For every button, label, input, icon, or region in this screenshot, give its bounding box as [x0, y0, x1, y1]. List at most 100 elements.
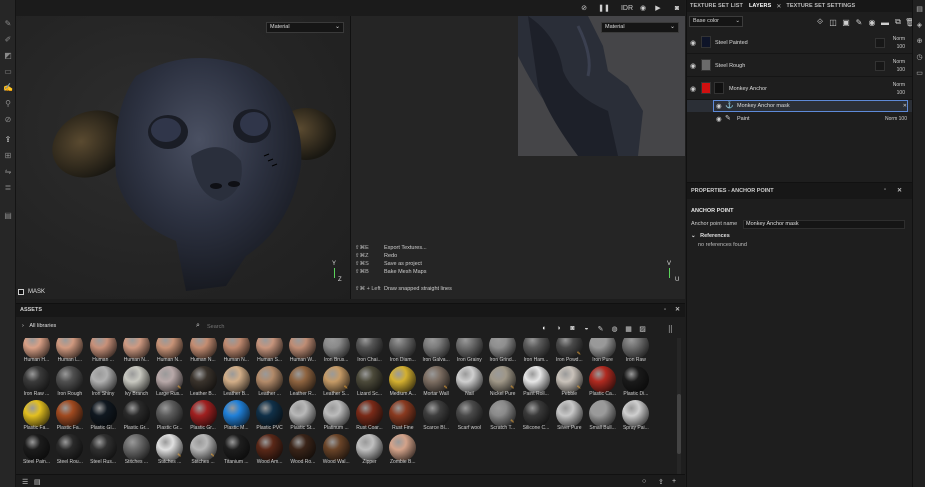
search-input[interactable]: [207, 322, 507, 332]
asset-tile[interactable]: Iron Grainy: [453, 338, 486, 365]
asset-tile[interactable]: Wood Wal...: [320, 434, 353, 467]
assets-scrollbar[interactable]: [677, 338, 681, 474]
picker-icon[interactable]: ⊘: [3, 114, 13, 124]
eye-icon[interactable]: ◉: [716, 115, 722, 123]
asset-tile[interactable]: Rust Coar...: [353, 400, 386, 433]
filter-environments-icon[interactable]: ◍: [610, 324, 619, 333]
layer-blend[interactable]: Norm 100: [893, 58, 905, 74]
asset-tile[interactable]: Lizard Sc...: [353, 366, 386, 399]
undock-icon[interactable]: ▫: [664, 304, 666, 317]
asset-tile[interactable]: Iron Raw: [619, 338, 652, 365]
eye-icon[interactable]: ◉: [690, 62, 696, 70]
asset-tile[interactable]: Spray Pai...: [619, 400, 652, 433]
asset-tile[interactable]: Iron Raw ...: [20, 366, 53, 399]
blend-opacity[interactable]: 100: [893, 66, 905, 74]
asset-tile[interactable]: Zombie B...: [386, 434, 419, 467]
filter-smart-materials-icon[interactable]: ◑: [554, 324, 563, 333]
asset-tile[interactable]: Rust Fine: [386, 400, 419, 433]
asset-tile[interactable]: Plastic M...: [220, 400, 253, 433]
asset-tile[interactable]: Iron Shiny: [87, 366, 120, 399]
asset-tile[interactable]: Steel Rou...: [53, 434, 86, 467]
asset-tile[interactable]: Leather B...: [220, 366, 253, 399]
asset-tile[interactable]: Stitches ... ✎: [153, 434, 186, 467]
layer-blend[interactable]: Norm 100: [893, 81, 905, 97]
mask-effect-row[interactable]: ◉ ✎ Paint Norm 100: [687, 113, 913, 125]
clone-icon[interactable]: ⚲: [3, 98, 13, 108]
layer-blend[interactable]: Norm 100: [893, 35, 905, 51]
smudge-icon[interactable]: ✍: [3, 82, 13, 92]
asset-tile[interactable]: Ivy Branch: [120, 366, 153, 399]
eraser-icon[interactable]: ✐: [3, 34, 13, 44]
no-view-icon[interactable]: ⊘: [578, 2, 590, 14]
tab-texture-set-settings[interactable]: TEXTURE SET SETTINGS: [783, 3, 858, 9]
list-view-icon[interactable]: ☰: [22, 478, 28, 486]
material-dropdown-2d[interactable]: Material ⌄: [601, 22, 679, 33]
filter-masks-icon[interactable]: ◙: [568, 324, 577, 333]
asset-tile[interactable]: Scarce Bl...: [420, 400, 453, 433]
refresh-icon[interactable]: ○: [642, 478, 646, 485]
asset-tile[interactable]: Human L...: [53, 338, 86, 365]
layer-swap-icon[interactable]: ⇋: [3, 166, 13, 176]
geometry-mask-icon[interactable]: ▭: [3, 66, 13, 76]
asset-tile[interactable]: Zipper: [353, 434, 386, 467]
asset-tile[interactable]: Iron Ham...: [520, 338, 553, 365]
add-effect-icon[interactable]: ⟐: [815, 17, 825, 27]
asset-tile[interactable]: Silicone C...: [520, 400, 553, 433]
asset-tile[interactable]: Plastic Gr...: [187, 400, 220, 433]
close-icon[interactable]: ✕: [903, 103, 907, 109]
shader-settings-icon[interactable]: ⊕: [915, 36, 924, 45]
asset-tile[interactable]: Human W...: [286, 338, 319, 365]
filter-procedurals-icon[interactable]: ▦: [624, 324, 633, 333]
asset-tile[interactable]: Nickel Pure ✎: [486, 366, 519, 399]
asset-tile[interactable]: Mortar Wall ✎: [420, 366, 453, 399]
filter-textures-icon[interactable]: ◒: [582, 324, 591, 333]
blend-mode[interactable]: Norm: [893, 35, 905, 43]
mask-effect-row[interactable]: ◉ ⚓ Monkey Anchor mask ✕: [687, 100, 913, 112]
add-icon[interactable]: +: [672, 478, 676, 485]
asset-tile[interactable]: Leather S... ✎: [320, 366, 353, 399]
export-icon[interactable]: ▤: [3, 210, 13, 220]
blend-opacity[interactable]: 100: [893, 43, 905, 51]
blend-mode[interactable]: Norm: [893, 58, 905, 66]
close-icon[interactable]: ✕: [675, 304, 680, 317]
blend-mode[interactable]: Norm: [885, 116, 897, 122]
asset-tile[interactable]: Iron Galva...: [420, 338, 453, 365]
layer-row[interactable]: ◉ Monkey Anchor Norm 100: [687, 78, 913, 100]
layer-row[interactable]: ◉ Steel Painted Norm 100: [687, 32, 913, 54]
asset-tile[interactable]: Scarf wool: [453, 400, 486, 433]
add-mask-icon[interactable]: ◫: [828, 17, 838, 27]
screenshot-icon[interactable]: ◙: [671, 2, 683, 14]
close-icon[interactable]: ✕: [897, 187, 902, 194]
eye-icon[interactable]: ◉: [716, 102, 722, 110]
mask-toggle[interactable]: MASK: [18, 289, 45, 295]
eye-icon[interactable]: ◉: [690, 85, 696, 93]
asset-tile[interactable]: Wood Am...: [253, 434, 286, 467]
blend-mode[interactable]: Norm: [893, 81, 905, 89]
add-group-icon[interactable]: ▬: [880, 17, 890, 27]
asset-tile[interactable]: Leather B...: [187, 366, 220, 399]
filter-materials-icon[interactable]: ◐: [540, 324, 549, 333]
asset-tile[interactable]: Platinum ...: [320, 400, 353, 433]
tab-layers[interactable]: LAYERS: [746, 3, 774, 9]
asset-tile[interactable]: Iron Powd... ✎: [553, 338, 586, 365]
asset-tile[interactable]: Iron Diam...: [386, 338, 419, 365]
blend-opacity[interactable]: 100: [899, 116, 907, 122]
asset-tile[interactable]: Plastic Gr...: [153, 400, 186, 433]
asset-tile[interactable]: Large Rus... ✎: [153, 366, 186, 399]
channel-select[interactable]: Base color ⌄: [689, 16, 743, 27]
viewport-3d[interactable]: Material ⌄ Y Z: [16, 16, 350, 299]
history-icon[interactable]: ◷: [915, 52, 924, 61]
asset-tile[interactable]: Stitches ... ✎: [187, 434, 220, 467]
add-paint-icon[interactable]: ✎: [854, 17, 864, 27]
asset-tile[interactable]: Medium A...: [386, 366, 419, 399]
stack-icon[interactable]: ≣: [3, 182, 13, 192]
asset-tile[interactable]: Plastic Gr...: [120, 400, 153, 433]
filter-brushes-icon[interactable]: ✎: [596, 324, 605, 333]
asset-tile[interactable]: Small Bull...: [586, 400, 619, 433]
layers-panel-icon[interactable]: ▤: [915, 4, 924, 13]
asset-tile[interactable]: Plastic Gl...: [87, 400, 120, 433]
scrollbar-thumb[interactable]: [677, 394, 681, 454]
asset-tile[interactable]: Human N...: [187, 338, 220, 365]
asset-tile[interactable]: Plastic Di...: [619, 366, 652, 399]
asset-tile[interactable]: Leather R...: [286, 366, 319, 399]
